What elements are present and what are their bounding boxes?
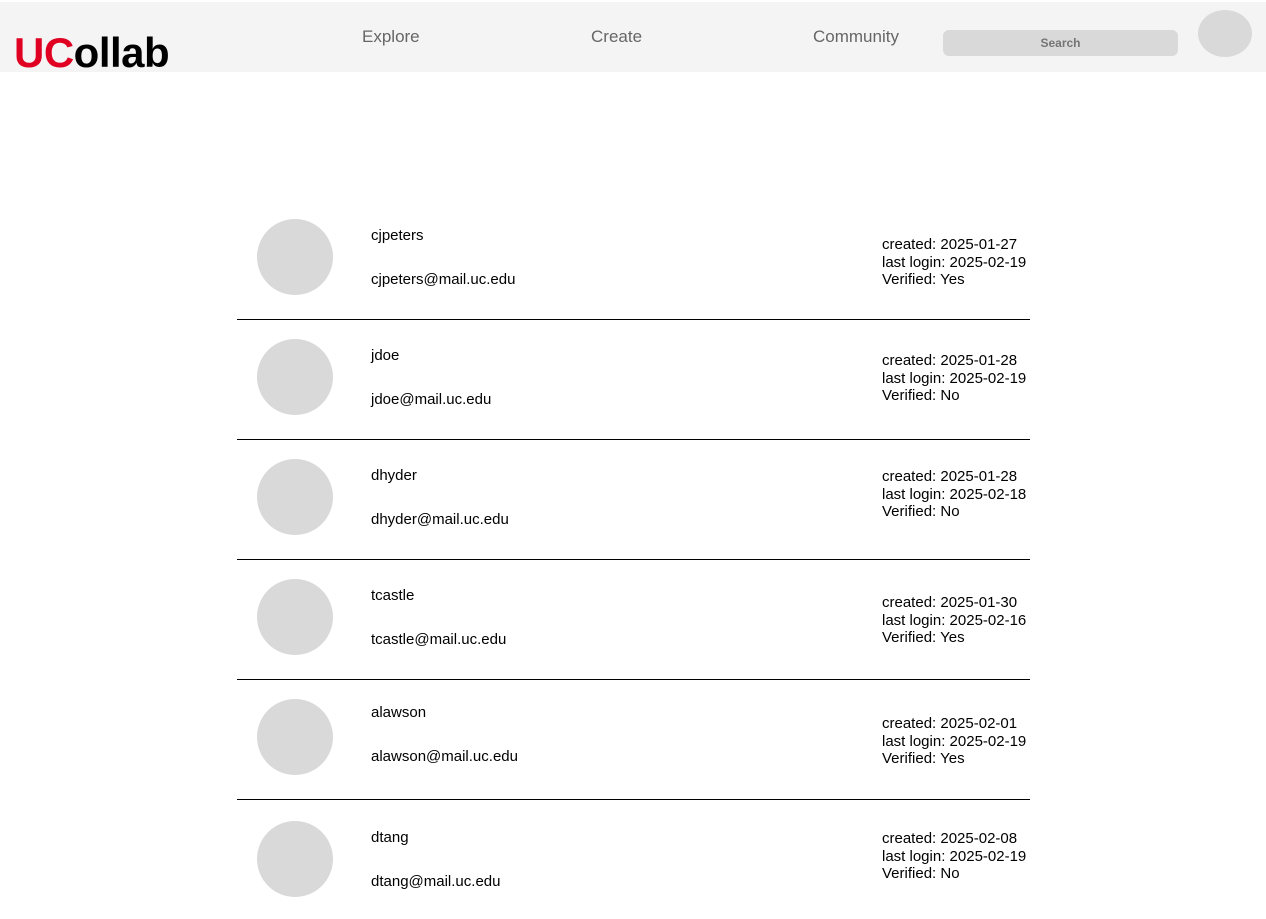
user-avatar bbox=[257, 339, 333, 415]
user-meta: created: 2025-01-30 last login: 2025-02-… bbox=[882, 594, 1026, 647]
user-last-login: last login: 2025-02-19 bbox=[882, 847, 1027, 865]
logo-ollab: ollab bbox=[73, 29, 170, 76]
user-last-login: last login: 2025-02-19 bbox=[882, 732, 1027, 750]
user-username: tcastle bbox=[371, 587, 415, 604]
search-input[interactable]: Search bbox=[943, 30, 1178, 56]
ucollab-logo[interactable]: UCollab bbox=[14, 29, 170, 76]
nav-create[interactable]: Create bbox=[591, 26, 642, 48]
user-email: alawson@mail.uc.edu bbox=[371, 748, 518, 765]
user-meta: created: 2025-02-08 last login: 2025-02-… bbox=[882, 830, 1026, 883]
user-email: dhyder@mail.uc.edu bbox=[371, 511, 509, 528]
user-row[interactable]: jdoe jdoe@mail.uc.edu created: 2025-01-2… bbox=[237, 320, 1030, 440]
top-nav-bar: UCollab Explore Create Community Search bbox=[0, 2, 1266, 76]
user-username: dtang bbox=[371, 829, 409, 846]
user-created: created: 2025-01-30 bbox=[882, 594, 1018, 611]
user-meta: created: 2025-01-28 last login: 2025-02-… bbox=[882, 352, 1026, 405]
user-avatar bbox=[257, 579, 333, 655]
nav-explore[interactable]: Explore bbox=[362, 26, 420, 48]
user-created: created: 2025-01-28 bbox=[882, 468, 1018, 485]
user-meta: created: 2025-01-27 last login: 2025-02-… bbox=[882, 236, 1026, 289]
user-username: cjpeters bbox=[371, 227, 424, 244]
user-avatar bbox=[257, 699, 333, 775]
user-email: jdoe@mail.uc.edu bbox=[371, 391, 492, 408]
user-last-login: last login: 2025-02-19 bbox=[882, 369, 1027, 387]
user-verified: Verified: Yes bbox=[882, 271, 965, 288]
user-created: created: 2025-02-01 bbox=[882, 715, 1018, 732]
user-row[interactable]: cjpeters cjpeters@mail.uc.edu created: 2… bbox=[237, 200, 1030, 320]
user-avatar bbox=[257, 459, 333, 535]
user-email: cjpeters@mail.uc.edu bbox=[371, 271, 516, 288]
user-row[interactable]: dtang dtang@mail.uc.edu created: 2025-02… bbox=[237, 800, 1030, 919]
user-created: created: 2025-01-28 bbox=[882, 352, 1018, 369]
user-verified: Verified: Yes bbox=[882, 629, 965, 646]
logo-uc: UC bbox=[14, 29, 74, 76]
user-email: dtang@mail.uc.edu bbox=[371, 873, 501, 890]
user-username: dhyder bbox=[371, 467, 417, 484]
user-last-login: last login: 2025-02-18 bbox=[882, 485, 1027, 503]
user-row[interactable]: alawson alawson@mail.uc.edu created: 202… bbox=[237, 680, 1030, 800]
user-meta: created: 2025-02-01 last login: 2025-02-… bbox=[882, 715, 1026, 768]
user-last-login: last login: 2025-02-16 bbox=[882, 611, 1027, 629]
profile-avatar-button[interactable] bbox=[1198, 10, 1252, 57]
user-verified: Verified: No bbox=[882, 503, 960, 520]
user-email: tcastle@mail.uc.edu bbox=[371, 631, 507, 648]
user-username: jdoe bbox=[371, 347, 400, 364]
user-last-login: last login: 2025-02-19 bbox=[882, 253, 1027, 271]
user-username: alawson bbox=[371, 704, 427, 721]
user-meta: created: 2025-01-28 last login: 2025-02-… bbox=[882, 468, 1026, 521]
nav-community[interactable]: Community bbox=[813, 26, 899, 48]
user-created: created: 2025-02-08 bbox=[882, 830, 1018, 847]
user-row[interactable]: dhyder dhyder@mail.uc.edu created: 2025-… bbox=[237, 440, 1030, 560]
user-verified: Verified: Yes bbox=[882, 750, 965, 767]
user-list: cjpeters cjpeters@mail.uc.edu created: 2… bbox=[237, 200, 1030, 919]
user-avatar bbox=[257, 219, 333, 295]
user-row[interactable]: tcastle tcastle@mail.uc.edu created: 202… bbox=[237, 560, 1030, 680]
user-verified: Verified: No bbox=[882, 865, 960, 882]
user-verified: Verified: No bbox=[882, 387, 960, 404]
user-created: created: 2025-01-27 bbox=[882, 236, 1018, 253]
user-avatar bbox=[257, 821, 333, 897]
